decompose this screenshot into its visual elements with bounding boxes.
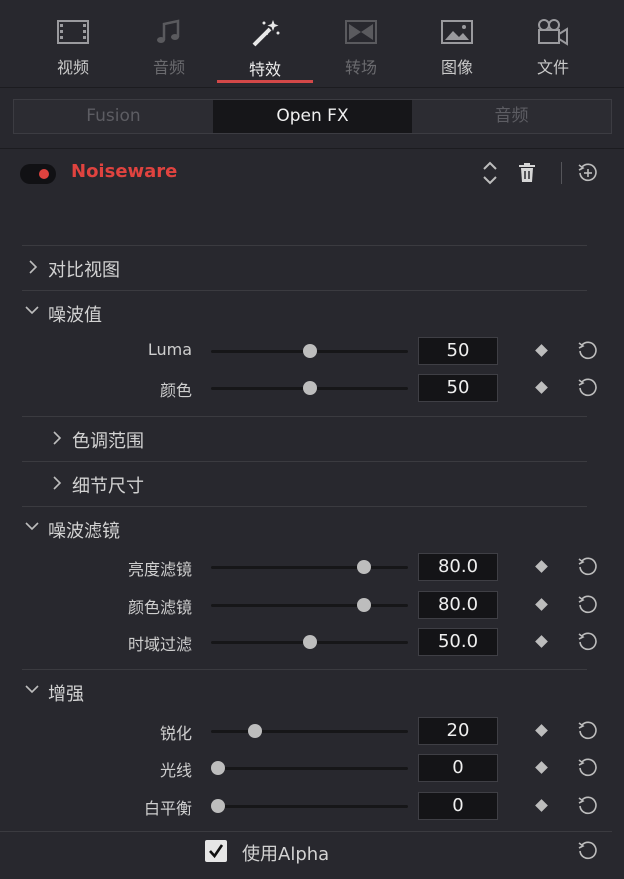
magic-wand-icon xyxy=(252,20,280,47)
luma-label: Luma xyxy=(147,340,192,359)
tab-file[interactable]: 文件 xyxy=(505,18,601,86)
transition-icon xyxy=(345,20,377,44)
use-alpha-label: 使用Alpha xyxy=(242,844,330,865)
color-value-field[interactable]: 50 xyxy=(418,374,498,402)
white-balance-slider-knob[interactable] xyxy=(211,799,225,813)
reset-icon[interactable] xyxy=(577,757,599,779)
section-enhance[interactable]: 增强 xyxy=(48,680,84,706)
image-icon xyxy=(441,20,473,44)
tab-transition-label: 转场 xyxy=(344,58,377,77)
music-note-icon xyxy=(157,19,180,43)
tab-file-label: 文件 xyxy=(536,58,569,77)
reset-icon[interactable] xyxy=(577,594,599,616)
chevron-down-icon[interactable] xyxy=(24,304,40,316)
chevron-right-icon[interactable] xyxy=(27,259,39,275)
divider xyxy=(22,506,587,507)
tab-audio-label: 音频 xyxy=(152,58,185,77)
segment-openfx[interactable]: Open FX xyxy=(213,100,412,133)
color-label: 颜色 xyxy=(159,381,192,400)
chevron-right-icon[interactable] xyxy=(51,430,63,446)
tab-effects-label: 特效 xyxy=(248,60,281,79)
reset-icon[interactable] xyxy=(577,340,599,362)
inspector-tab-bar: 视频 音频 特效 转场 图像 文件 xyxy=(0,0,624,88)
reset-icon[interactable] xyxy=(577,377,599,399)
sharpen-label: 锐化 xyxy=(159,724,192,743)
reorder-icon[interactable] xyxy=(482,160,498,186)
divider xyxy=(0,831,612,832)
section-compare-view[interactable]: 对比视图 xyxy=(48,256,120,282)
light-slider[interactable] xyxy=(211,767,408,770)
chevron-right-icon[interactable] xyxy=(51,475,63,491)
reset-icon[interactable] xyxy=(577,631,599,653)
chevron-down-icon[interactable] xyxy=(24,520,40,532)
luma-filter-slider[interactable] xyxy=(211,566,408,569)
tab-audio[interactable]: 音频 xyxy=(121,18,217,86)
effects-category-segmented: Fusion Open FX 音频 xyxy=(13,99,612,134)
tab-image[interactable]: 图像 xyxy=(409,18,505,86)
tab-video-label: 视频 xyxy=(56,58,89,77)
section-noise-filter[interactable]: 噪波滤镜 xyxy=(48,517,120,543)
divider xyxy=(22,461,587,462)
white-balance-value-field[interactable]: 0 xyxy=(418,792,498,820)
active-tab-underline xyxy=(217,80,313,83)
plugin-enable-toggle[interactable] xyxy=(20,164,56,184)
color-filter-value-field[interactable]: 80.0 xyxy=(418,591,498,619)
divider xyxy=(22,245,587,246)
divider xyxy=(22,669,587,670)
divider xyxy=(22,290,587,291)
light-slider-knob[interactable] xyxy=(211,761,225,775)
divider xyxy=(22,416,587,417)
reset-icon[interactable] xyxy=(577,795,599,817)
sharpen-value-field[interactable]: 20 xyxy=(418,717,498,745)
luma-value-field[interactable]: 50 xyxy=(418,337,498,365)
luma-filter-value-field[interactable]: 80.0 xyxy=(418,553,498,581)
sharpen-slider-knob[interactable] xyxy=(247,724,262,738)
luma-slider-knob[interactable] xyxy=(302,344,317,358)
temporal-filter-slider-knob[interactable] xyxy=(302,635,317,649)
temporal-filter-value-field[interactable]: 50.0 xyxy=(418,628,498,656)
camera-icon xyxy=(538,19,568,46)
tab-image-label: 图像 xyxy=(440,58,473,77)
reset-all-icon[interactable] xyxy=(577,162,599,184)
trash-icon[interactable] xyxy=(518,163,536,183)
section-detail-size[interactable]: 细节尺寸 xyxy=(72,472,144,498)
white-balance-label: 白平衡 xyxy=(143,799,192,818)
sharpen-slider[interactable] xyxy=(211,730,408,733)
film-icon xyxy=(57,20,89,44)
light-value-field[interactable]: 0 xyxy=(418,754,498,782)
segment-fusion[interactable]: Fusion xyxy=(14,100,213,133)
color-filter-label: 颜色滤镜 xyxy=(127,598,192,617)
chevron-down-icon[interactable] xyxy=(24,683,40,695)
plugin-title: Noiseware xyxy=(71,161,178,182)
temporal-filter-label: 时域过滤 xyxy=(127,635,192,654)
segment-audio[interactable]: 音频 xyxy=(412,100,611,133)
checkmark-icon xyxy=(209,844,224,859)
header-separator xyxy=(561,162,562,184)
reset-icon[interactable] xyxy=(577,720,599,742)
section-noise-level[interactable]: 噪波值 xyxy=(48,301,102,327)
section-tone-range[interactable]: 色调范围 xyxy=(72,427,144,453)
white-balance-slider[interactable] xyxy=(211,805,408,808)
color-slider-knob[interactable] xyxy=(302,381,317,395)
light-label: 光线 xyxy=(159,761,192,780)
luma-filter-label: 亮度滤镜 xyxy=(127,560,192,579)
tab-effects[interactable]: 特效 xyxy=(217,18,313,86)
reset-icon[interactable] xyxy=(577,556,599,578)
tab-transition[interactable]: 转场 xyxy=(313,18,409,86)
use-alpha-checkbox[interactable] xyxy=(205,840,227,862)
toggle-indicator xyxy=(39,169,49,179)
reset-icon[interactable] xyxy=(577,840,599,862)
color-filter-slider[interactable] xyxy=(211,604,408,607)
tab-video[interactable]: 视频 xyxy=(25,18,121,86)
